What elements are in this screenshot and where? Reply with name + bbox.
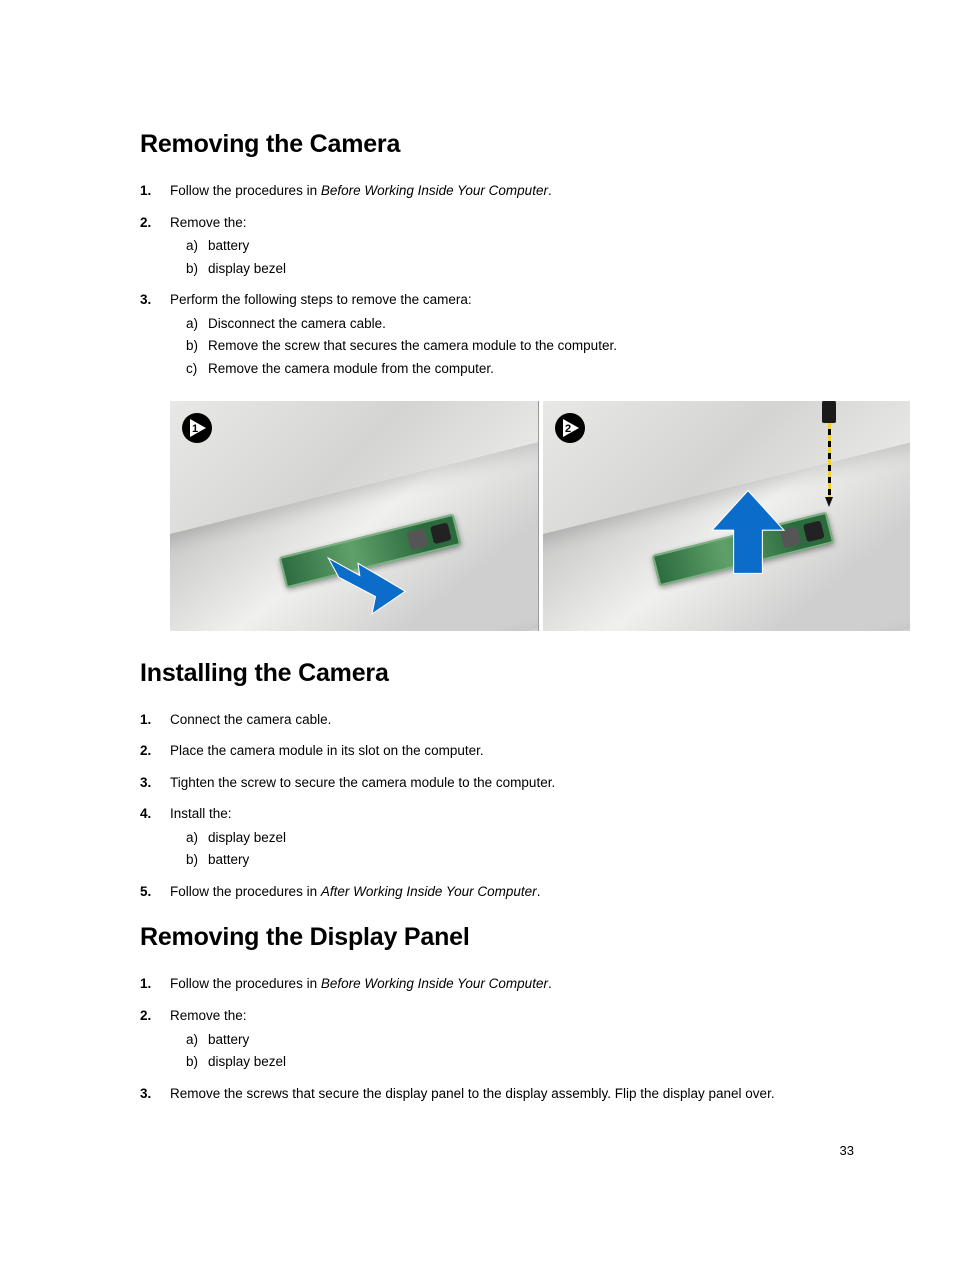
sub-item: battery	[186, 236, 854, 256]
figure-pane-2: 2	[543, 401, 911, 631]
ordered-list: Connect the camera cable. Place the came…	[140, 710, 854, 902]
sub-item: Remove the screw that secures the camera…	[186, 336, 854, 356]
step-text: Install the:	[170, 806, 232, 821]
step-text: Follow the procedures in	[170, 976, 321, 991]
step-badge-2: 2	[555, 413, 585, 443]
section-heading: Installing the Camera	[140, 659, 854, 688]
list-item: Follow the procedures in Before Working …	[140, 181, 854, 201]
list-item: Place the camera module in its slot on t…	[140, 741, 854, 761]
list-item: Tighten the screw to secure the camera m…	[140, 773, 854, 793]
figure: 1 2	[170, 401, 910, 631]
list-item: Follow the procedures in Before Working …	[140, 974, 854, 994]
page-number: 33	[840, 1143, 854, 1158]
list-item: Connect the camera cable.	[140, 710, 854, 730]
action-arrow-icon	[703, 487, 793, 577]
sub-item: Disconnect the camera cable.	[186, 314, 854, 334]
ordered-list: Follow the procedures in Before Working …	[140, 181, 854, 379]
step-text: Follow the procedures in	[170, 884, 321, 899]
list-item: Follow the procedures in After Working I…	[140, 882, 854, 902]
sub-list: Disconnect the camera cable. Remove the …	[186, 314, 854, 379]
step-text: Remove the:	[170, 1008, 247, 1023]
step-badge-number: 2	[565, 423, 571, 435]
figure-pane-1: 1	[170, 401, 539, 631]
section-heading: Removing the Display Panel	[140, 923, 854, 952]
sub-list: battery display bezel	[186, 1030, 854, 1072]
doc-reference: After Working Inside Your Computer	[321, 884, 537, 899]
sub-list: display bezel battery	[186, 828, 854, 870]
step-badge-number: 1	[192, 423, 198, 435]
doc-reference: Before Working Inside Your Computer	[321, 183, 548, 198]
sub-item: battery	[186, 1030, 854, 1050]
list-item: Remove the screws that secure the displa…	[140, 1084, 854, 1104]
list-item: Perform the following steps to remove th…	[140, 290, 854, 378]
sub-item: battery	[186, 850, 854, 870]
section-heading: Removing the Camera	[140, 130, 854, 159]
step-text: .	[548, 183, 552, 198]
sub-item: display bezel	[186, 1052, 854, 1072]
step-text: Remove the:	[170, 215, 247, 230]
list-item: Remove the: battery display bezel	[140, 213, 854, 279]
ordered-list: Follow the procedures in Before Working …	[140, 974, 854, 1103]
step-text: Follow the procedures in	[170, 183, 321, 198]
step-text: .	[548, 976, 552, 991]
doc-reference: Before Working Inside Your Computer	[321, 976, 548, 991]
sub-list: battery display bezel	[186, 236, 854, 278]
sub-item: display bezel	[186, 828, 854, 848]
list-item: Install the: display bezel battery	[140, 804, 854, 870]
sub-item: display bezel	[186, 259, 854, 279]
list-item: Remove the: battery display bezel	[140, 1006, 854, 1072]
page: Removing the Camera Follow the procedure…	[0, 0, 954, 1268]
step-badge-1: 1	[182, 413, 212, 443]
sub-item: Remove the camera module from the comput…	[186, 359, 854, 379]
step-text: Perform the following steps to remove th…	[170, 292, 472, 307]
step-text: .	[537, 884, 541, 899]
screwdriver-illustration	[822, 401, 836, 507]
action-arrow-icon	[320, 551, 410, 621]
